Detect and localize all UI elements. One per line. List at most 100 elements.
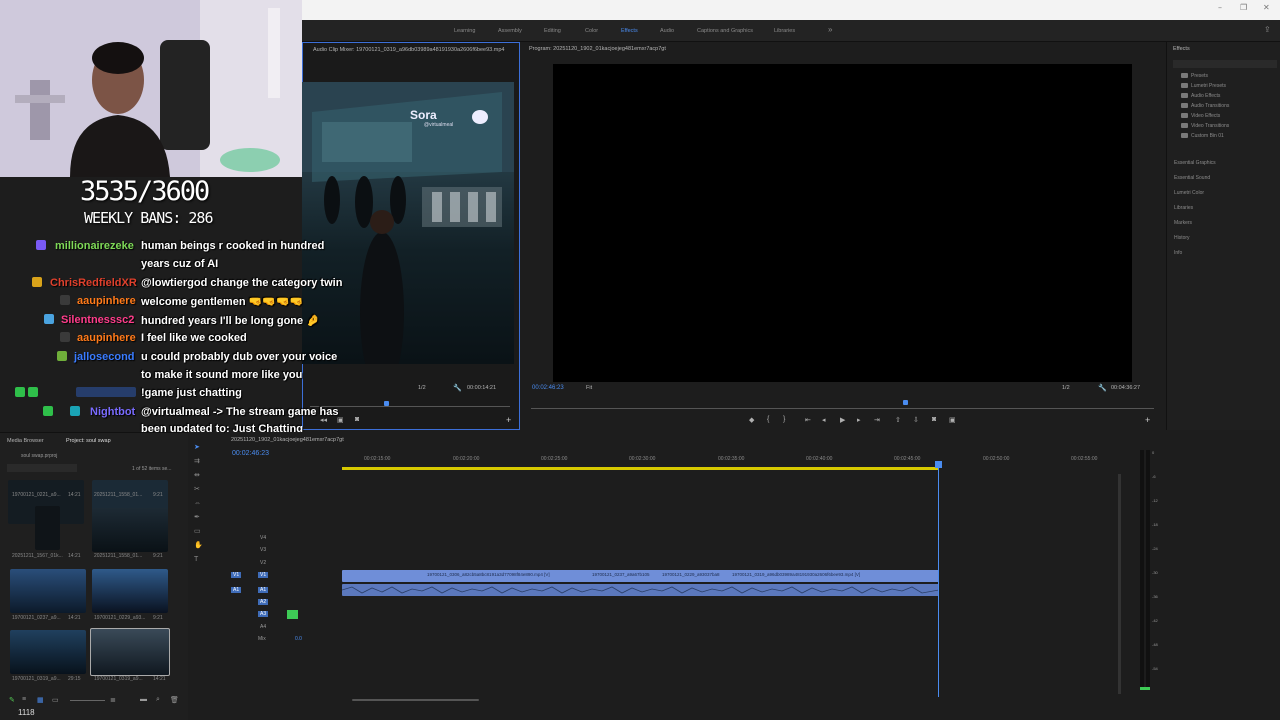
track-label-a2[interactable]: A2 bbox=[258, 599, 269, 605]
program-monitor-view[interactable] bbox=[553, 64, 1132, 382]
marker-icon[interactable]: ◆ bbox=[749, 416, 754, 424]
sort-icon[interactable]: ≣ bbox=[110, 696, 116, 704]
maximize-icon[interactable]: ❐ bbox=[1240, 3, 1247, 12]
info-section[interactable]: Info bbox=[1174, 250, 1182, 256]
source-patch-v1[interactable]: V1 bbox=[231, 572, 242, 578]
source-playhead[interactable] bbox=[384, 401, 389, 406]
ripple-edit-icon[interactable]: ⇹ bbox=[194, 472, 202, 480]
trash-icon[interactable]: 🗑 bbox=[170, 696, 179, 704]
effects-folder[interactable]: Audio Effects bbox=[1191, 93, 1220, 99]
type-tool-icon[interactable]: T bbox=[194, 556, 202, 564]
audio-clip-track[interactable] bbox=[341, 584, 940, 596]
sequence-tab[interactable]: 20251120_1902_01kacjoejeg481emxr7acp7gt bbox=[231, 437, 344, 443]
program-timecode[interactable]: 00:02:46:23 bbox=[532, 385, 564, 391]
search-icon[interactable]: ⌕ bbox=[156, 696, 160, 704]
minimize-icon[interactable]: – bbox=[1218, 3, 1222, 12]
fit-dropdown[interactable]: Fit bbox=[586, 385, 592, 391]
step-forward-icon[interactable]: ▸ bbox=[857, 416, 861, 424]
work-area-bar[interactable] bbox=[342, 467, 939, 470]
step-back-icon[interactable]: ◂ bbox=[822, 416, 826, 424]
track-select-icon[interactable]: ⇉ bbox=[194, 458, 202, 466]
razor-tool-icon[interactable]: ✂ bbox=[194, 486, 202, 494]
share-icon[interactable]: ⇪ bbox=[1264, 25, 1271, 34]
effects-title[interactable]: Effects bbox=[1173, 46, 1190, 52]
extract-icon[interactable]: ⇩ bbox=[913, 416, 919, 424]
effects-folder[interactable]: Custom Bin 01 bbox=[1191, 133, 1224, 139]
markers-section[interactable]: Markers bbox=[1174, 220, 1192, 226]
workspace-effects[interactable]: Effects bbox=[621, 28, 638, 34]
play-icon[interactable]: ▶ bbox=[840, 416, 845, 424]
clip-thumbnail[interactable] bbox=[92, 569, 168, 613]
workspace-audio[interactable]: Audio bbox=[660, 28, 674, 34]
vertical-scrollbar[interactable] bbox=[1118, 474, 1121, 694]
go-to-in-icon[interactable]: ⇤ bbox=[805, 416, 811, 424]
selection-tool-icon[interactable]: ➤ bbox=[194, 444, 202, 452]
slip-tool-icon[interactable]: ⇔ bbox=[194, 500, 202, 508]
workspace-assembly[interactable]: Assembly bbox=[498, 28, 522, 34]
essential-graphics-section[interactable]: Essential Graphics bbox=[1174, 160, 1216, 166]
clip-thumbnail[interactable] bbox=[10, 630, 86, 674]
pen-tool-icon[interactable]: ✒ bbox=[194, 514, 202, 522]
clip-thumbnail[interactable] bbox=[10, 569, 86, 613]
add-button-program[interactable]: + bbox=[1145, 415, 1150, 425]
timeline-playhead[interactable] bbox=[938, 462, 939, 697]
new-bin-icon[interactable]: ▬ bbox=[140, 696, 147, 703]
workspace-color[interactable]: Color bbox=[585, 28, 598, 34]
playhead-handle[interactable] bbox=[935, 461, 942, 468]
track-label-a1[interactable]: A1 bbox=[258, 587, 269, 593]
mark-out-icon[interactable]: } bbox=[783, 416, 785, 423]
project-search-input[interactable] bbox=[7, 464, 77, 472]
workspace-libraries[interactable]: Libraries bbox=[774, 28, 795, 34]
effects-folder[interactable]: Video Effects bbox=[1191, 113, 1220, 119]
compare-icon[interactable]: ▣ bbox=[949, 416, 956, 424]
source-panel-title[interactable]: Audio Clip Mixer: 19700121_0319_a96db039… bbox=[313, 47, 513, 53]
lumetri-color-section[interactable]: Lumetri Color bbox=[1174, 190, 1204, 196]
workspace-editing[interactable]: Editing bbox=[544, 28, 561, 34]
program-scrubber[interactable] bbox=[531, 408, 1154, 409]
video-clip-track[interactable]: 19700121_0306_a82cb5a8bc8191a3d77098f84e… bbox=[342, 570, 939, 582]
mark-in-icon[interactable]: { bbox=[767, 416, 769, 423]
add-button-source[interactable]: + bbox=[506, 415, 511, 425]
track-label-v2[interactable]: V2 bbox=[260, 560, 266, 566]
history-section[interactable]: History bbox=[1174, 235, 1190, 241]
camera-icon[interactable]: ◙ bbox=[355, 416, 359, 423]
list-view-icon[interactable]: ≡ bbox=[22, 696, 26, 703]
tab-media-browser[interactable]: Media Browser bbox=[7, 438, 44, 444]
solo-button-a3[interactable] bbox=[287, 610, 298, 619]
more-workspaces-icon[interactable]: » bbox=[828, 25, 832, 34]
freeform-view-icon[interactable]: ▭ bbox=[52, 696, 59, 704]
clip-thumbnail-selected[interactable] bbox=[90, 628, 170, 676]
camera-icon[interactable]: ◙ bbox=[932, 416, 936, 423]
wrench-icon[interactable]: 🔧 bbox=[453, 384, 462, 392]
track-label-v1[interactable]: V1 bbox=[258, 572, 269, 578]
track-label-v3[interactable]: V3 bbox=[260, 547, 266, 553]
effects-folder[interactable]: Lumetri Presets bbox=[1191, 83, 1226, 89]
workspace-learning[interactable]: Learning bbox=[454, 28, 475, 34]
clip-thumbnail[interactable] bbox=[92, 508, 168, 552]
track-label-a4[interactable]: A4 bbox=[260, 624, 266, 630]
mix-value[interactable]: 0.0 bbox=[295, 636, 302, 642]
essential-sound-section[interactable]: Essential Sound bbox=[1174, 175, 1210, 181]
timeline-timecode[interactable]: 00:02:46:23 bbox=[232, 450, 269, 457]
source-zoom[interactable]: 1/2 bbox=[418, 385, 426, 391]
go-to-out-icon[interactable]: ⇥ bbox=[874, 416, 880, 424]
effects-folder[interactable]: Presets bbox=[1191, 73, 1208, 79]
rectangle-tool-icon[interactable]: ▭ bbox=[194, 528, 202, 536]
timeline-scrollbar[interactable] bbox=[352, 699, 479, 701]
effects-search-input[interactable] bbox=[1173, 60, 1277, 68]
hand-tool-icon[interactable]: ✋ bbox=[194, 542, 203, 550]
clip-thumbnail[interactable] bbox=[35, 506, 60, 550]
track-label-a3[interactable]: A3 bbox=[258, 611, 269, 617]
source-timecode[interactable]: 00:00:14:21 bbox=[467, 385, 496, 391]
program-playhead[interactable] bbox=[903, 400, 908, 405]
thumbnail-zoom-slider[interactable] bbox=[70, 700, 105, 701]
workspace-captions[interactable]: Captions and Graphics bbox=[697, 28, 753, 34]
track-label-v4[interactable]: V4 bbox=[260, 535, 266, 541]
icon-view-icon[interactable]: ▦ bbox=[37, 696, 44, 704]
pencil-icon[interactable]: ✎ bbox=[9, 696, 15, 704]
source-scrubber[interactable] bbox=[310, 406, 510, 407]
program-zoom[interactable]: 1/2 bbox=[1062, 385, 1070, 391]
lift-icon[interactable]: ⇧ bbox=[895, 416, 901, 424]
source-patch-a1[interactable]: A1 bbox=[231, 587, 242, 593]
effects-folder[interactable]: Audio Transitions bbox=[1191, 103, 1229, 109]
